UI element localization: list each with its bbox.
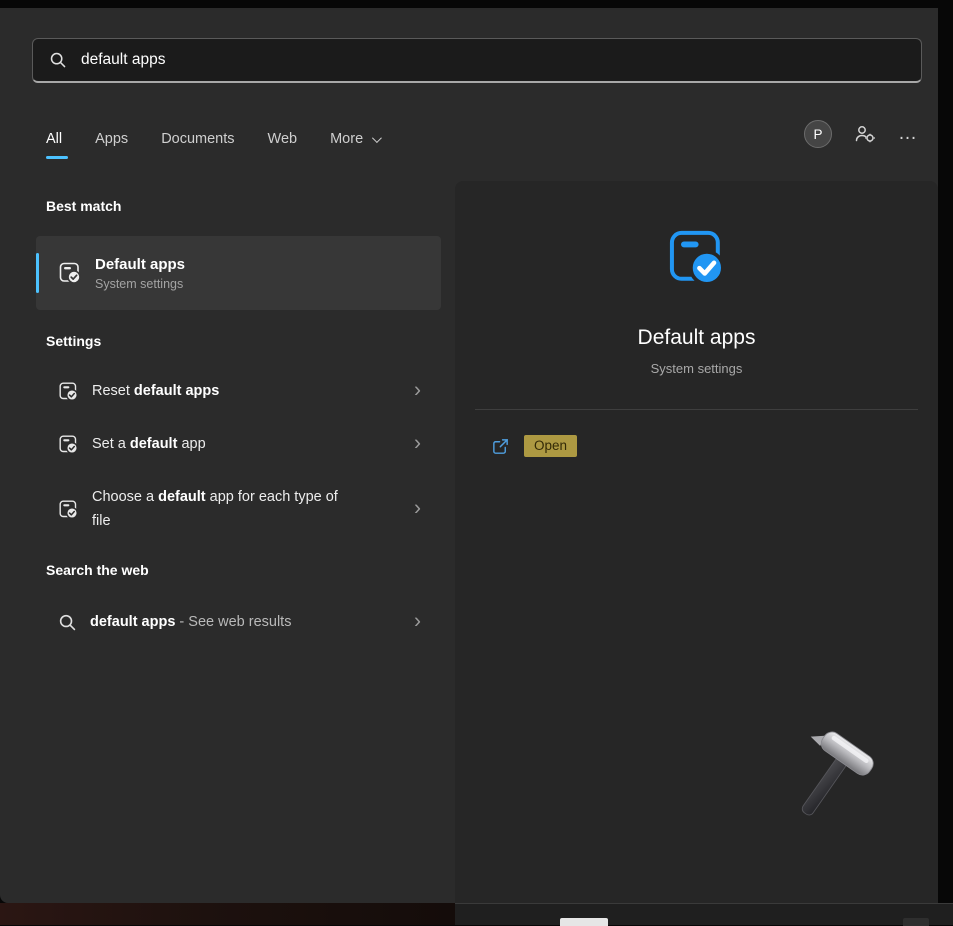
chevron-down-icon (372, 133, 382, 143)
result-label: Reset default apps (92, 379, 219, 403)
default-apps-icon (58, 261, 82, 285)
open-label[interactable]: Open (524, 435, 577, 457)
avatar[interactable]: P (804, 120, 832, 148)
search-flyout: All Apps Documents Web More P … Best mat (0, 8, 938, 903)
web-header: Search the web (46, 562, 149, 578)
search-icon (49, 51, 67, 69)
chevron-right-icon[interactable]: › (414, 380, 421, 401)
tab-more-label: More (330, 131, 363, 147)
hammer-cursor-image (773, 726, 883, 836)
result-set-default-app[interactable]: Set a default app › (36, 419, 441, 469)
result-web-search[interactable]: default apps - See web results › (36, 597, 441, 647)
chevron-right-icon[interactable]: › (414, 433, 421, 454)
settings-header: Settings (46, 333, 101, 349)
open-external-icon (491, 437, 510, 456)
search-box[interactable] (32, 38, 922, 83)
tab-more[interactable]: More (330, 118, 379, 160)
more-options-button[interactable]: … (898, 129, 918, 139)
default-apps-icon (58, 499, 79, 520)
account-options-icon[interactable] (853, 123, 877, 145)
best-match-header: Best match (46, 198, 121, 214)
tab-documents-label: Documents (161, 131, 234, 147)
default-apps-icon (58, 434, 79, 455)
result-choose-default-app[interactable]: Choose a default app for each type of fi… (36, 472, 441, 546)
chevron-right-icon[interactable]: › (414, 498, 421, 519)
tab-all-label: All (46, 131, 62, 147)
best-match-result[interactable]: Default apps System settings (36, 236, 441, 310)
tab-web-label: Web (268, 131, 298, 147)
search-icon (58, 613, 77, 632)
best-match-subtitle: System settings (95, 277, 185, 291)
desktop-wallpaper-strip (0, 903, 455, 925)
selection-accent-bar (36, 253, 39, 293)
active-tab-underline (46, 156, 68, 159)
search-input[interactable] (81, 51, 905, 69)
preview-pane: Default apps System settings Open (455, 181, 938, 911)
tab-all[interactable]: All (46, 118, 62, 160)
tab-apps[interactable]: Apps (95, 118, 128, 160)
result-label: default apps - See web results (90, 610, 291, 634)
filter-tabs: All Apps Documents Web More (46, 118, 379, 160)
taskbar[interactable] (455, 903, 953, 925)
tab-web[interactable]: Web (268, 118, 298, 160)
result-reset-default-apps[interactable]: Reset default apps › (36, 366, 441, 416)
divider (475, 409, 918, 410)
result-label: Set a default app (92, 432, 206, 456)
result-label: Choose a default app for each type of fi… (92, 485, 350, 533)
avatar-initial: P (813, 127, 822, 142)
tab-apps-label: Apps (95, 131, 128, 147)
preview-subtitle: System settings (455, 361, 938, 376)
preview-title: Default apps (455, 326, 938, 350)
default-apps-icon (58, 381, 79, 402)
tab-documents[interactable]: Documents (161, 118, 234, 160)
default-apps-icon-large (665, 226, 729, 290)
open-command[interactable]: Open (455, 435, 938, 457)
header-actions: P … (804, 120, 918, 148)
best-match-title: Default apps (95, 256, 185, 273)
chevron-right-icon[interactable]: › (414, 611, 421, 632)
